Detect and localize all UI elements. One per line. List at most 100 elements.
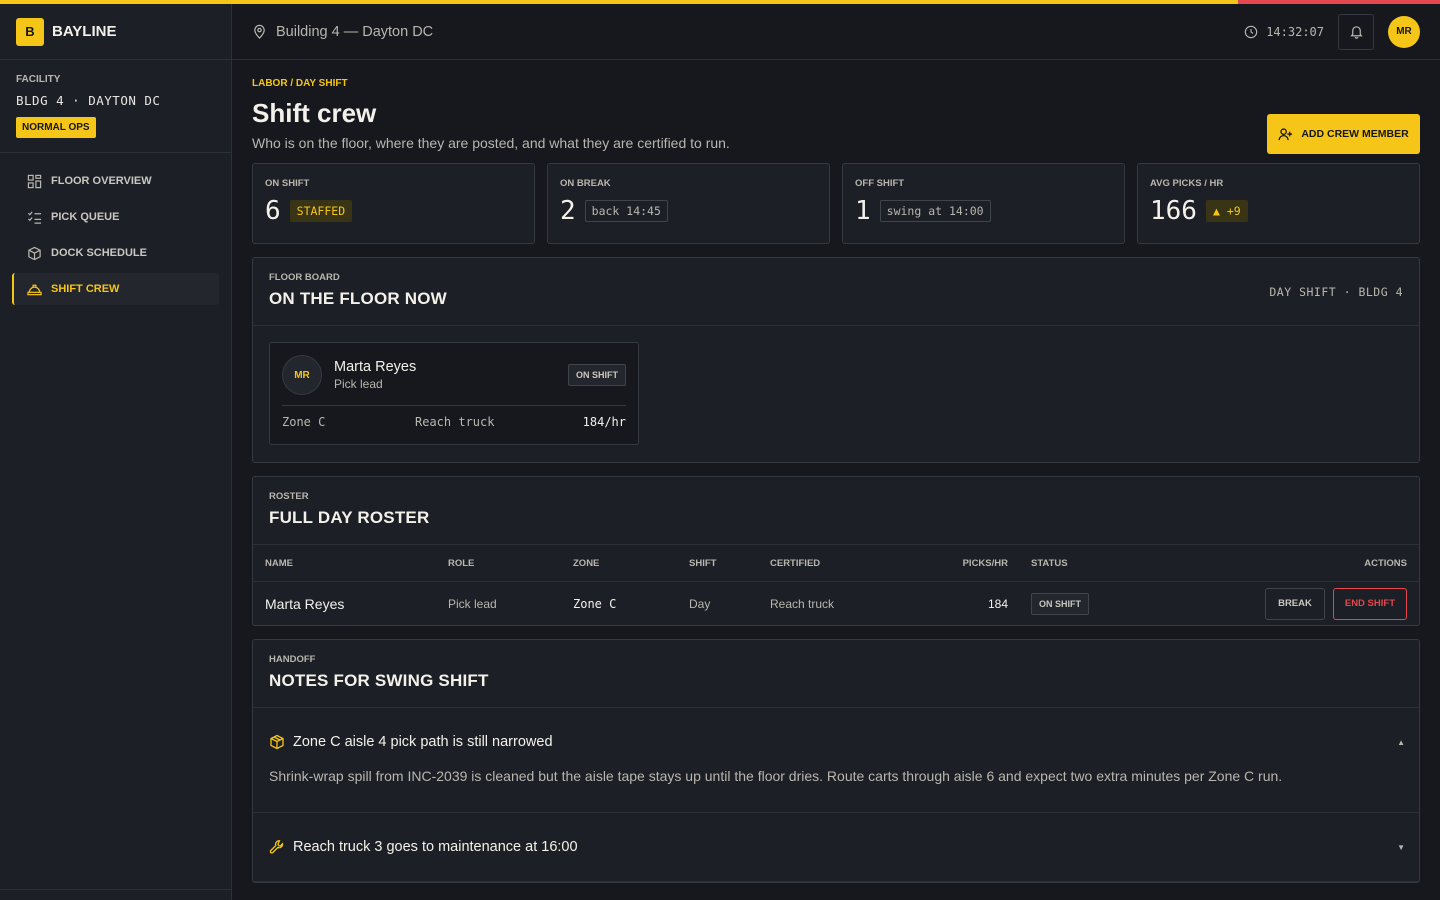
bell-icon [1349, 26, 1363, 39]
row-picks: 184 [987, 596, 1008, 611]
stat-label: ON SHIFT [265, 178, 310, 189]
crew-name: Marta Reyes [334, 359, 417, 375]
sidebar-footer [0, 889, 231, 900]
note-toggle[interactable]: Reach truck 3 goes to maintenance at 16:… [253, 813, 1419, 881]
map-pin-icon [254, 24, 265, 39]
wrench-icon [269, 839, 285, 855]
stat-value: 1 [855, 196, 871, 226]
stat-label: ON BREAK [560, 178, 611, 189]
location-selector[interactable]: Building 4 — Dayton DC [252, 24, 433, 40]
note-toggle[interactable]: Zone C aisle 4 pick path is still narrow… [253, 708, 1419, 776]
panel-title: FULL DAY ROSTER [269, 508, 430, 527]
note-title: Zone C aisle 4 pick path is still narrow… [293, 734, 553, 750]
page-title: Shift crew [252, 98, 377, 128]
stat-value: 2 [560, 196, 576, 226]
main-content: LABOR / DAY SHIFT Shift crew Who is on t… [252, 60, 1420, 883]
row-certified: Reach truck [770, 596, 835, 611]
sidebar-item-dock-schedule[interactable]: DOCK SCHEDULE [12, 237, 219, 269]
table-row[interactable]: Marta Reyes Pick lead Zone C Day Reach t… [253, 582, 1419, 625]
facility-panel: FACILITY BLDG 4 · DAYTON DC NORMAL OPS [0, 60, 231, 153]
shift-clock: 14:32:07 [1244, 25, 1324, 39]
facility-status-badge: NORMAL OPS [16, 117, 96, 138]
column-header-role[interactable]: ROLE [448, 558, 474, 569]
grid-icon [26, 173, 42, 189]
notifications-button[interactable] [1338, 13, 1374, 50]
add-crew-member-button[interactable]: ADD CREW MEMBER [1267, 114, 1420, 154]
stat-value: 166 [1150, 196, 1197, 226]
handoff-note: Zone C aisle 4 pick path is still narrow… [253, 708, 1419, 813]
column-header-status[interactable]: STATUS [1031, 558, 1068, 569]
stat-chip: ▲ +9 [1205, 200, 1248, 222]
sidebar-item-label: FLOOR OVERVIEW [51, 175, 152, 187]
crew-rate: 184/hr [582, 415, 626, 429]
stat-chip: STAFFED [289, 200, 353, 222]
stat-avg-picks: AVG PICKS / HR 166 ▲ +9 [1137, 163, 1420, 244]
stat-value: 6 [265, 196, 281, 226]
user-plus-icon [1278, 127, 1293, 140]
page-subtitle: Who is on the floor, where they are post… [252, 135, 730, 151]
handoff-panel: HANDOFF NOTES FOR SWING SHIFT Zone C ais… [252, 639, 1420, 883]
stat-chip: back 14:45 [584, 200, 668, 222]
column-header-picks[interactable]: PICKS/HR [953, 558, 1008, 569]
crew-equipment: Reach truck [415, 415, 495, 429]
checklist-icon [26, 209, 42, 225]
sidebar-item-label: PICK QUEUE [51, 211, 120, 223]
top-header: Building 4 — Dayton DC 14:32:07 MR [232, 4, 1440, 60]
column-header-certified[interactable]: CERTIFIED [770, 558, 820, 569]
stat-chip: swing at 14:00 [879, 200, 991, 222]
stat-label: AVG PICKS / HR [1150, 178, 1224, 189]
hardhat-icon [26, 281, 42, 297]
box-icon [269, 734, 285, 750]
note-title: Reach truck 3 goes to maintenance at 16:… [293, 839, 578, 855]
break-button[interactable]: BREAK [1265, 587, 1325, 620]
location-label: Building 4 — Dayton DC [276, 23, 434, 40]
panel-title: ON THE FLOOR NOW [269, 289, 447, 308]
box-icon [26, 245, 42, 261]
sidebar-item-shift-crew[interactable]: SHIFT CREW [12, 273, 219, 305]
chevron-up-icon: ▲ [1397, 737, 1405, 747]
column-header-name[interactable]: NAME [265, 558, 293, 569]
brand-name: BAYLINE [52, 23, 117, 40]
sidebar: B BAYLINE FACILITY BLDG 4 · DAYTON DC NO… [0, 4, 232, 900]
avatar: MR [282, 355, 322, 395]
column-header-zone[interactable]: ZONE [573, 558, 599, 569]
sidebar-nav: FLOOR OVERVIEW PICK QUEUE DOCK SCHEDULE … [0, 153, 231, 305]
row-name: Marta Reyes [265, 595, 345, 612]
crew-card[interactable]: MR Marta Reyes Pick lead ON SHIFT Zone C… [269, 342, 639, 445]
end-shift-button[interactable]: END SHIFT [1332, 587, 1407, 620]
chevron-down-icon: ▼ [1397, 842, 1405, 852]
row-role: Pick lead [448, 596, 497, 611]
handoff-note: Reach truck 3 goes to maintenance at 16:… [253, 813, 1419, 882]
breadcrumb: LABOR / DAY SHIFT [252, 78, 348, 89]
user-avatar[interactable]: MR [1388, 15, 1420, 48]
brand-logo: B [16, 17, 44, 46]
stats-row: ON SHIFT 6 STAFFED ON BREAK 2 back 14:45… [252, 163, 1420, 244]
panel-eyebrow: HANDOFF [269, 654, 316, 665]
clock-icon [1244, 25, 1258, 38]
floor-board-panel: FLOOR BOARD ON THE FLOOR NOW DAY SHIFT ·… [252, 257, 1420, 463]
roster-panel: ROSTER FULL DAY ROSTER NAME ROLE ZONE SH… [252, 476, 1420, 626]
panel-title: NOTES FOR SWING SHIFT [269, 671, 489, 690]
sidebar-item-floor-overview[interactable]: FLOOR OVERVIEW [12, 165, 219, 197]
stat-off-shift: OFF SHIFT 1 swing at 14:00 [842, 163, 1125, 244]
table-header: NAME ROLE ZONE SHIFT CERTIFIED PICKS/HR … [253, 545, 1419, 582]
crew-zone: Zone C [282, 415, 326, 429]
facility-label: FACILITY [16, 74, 61, 85]
sidebar-item-pick-queue[interactable]: PICK QUEUE [12, 201, 219, 233]
column-header-shift[interactable]: SHIFT [689, 558, 716, 569]
status-badge: ON SHIFT [568, 364, 626, 386]
brand[interactable]: B BAYLINE [0, 4, 231, 60]
sidebar-item-label: SHIFT CREW [51, 283, 120, 295]
panel-eyebrow: FLOOR BOARD [269, 272, 340, 283]
panel-meta: DAY SHIFT · BLDG 4 [1269, 285, 1403, 299]
stat-on-break: ON BREAK 2 back 14:45 [547, 163, 830, 244]
panel-eyebrow: ROSTER [269, 491, 309, 502]
row-shift: Day [689, 596, 711, 611]
stat-label: OFF SHIFT [855, 178, 905, 189]
stat-on-shift: ON SHIFT 6 STAFFED [252, 163, 535, 244]
clock-time: 14:32:07 [1266, 24, 1324, 39]
sidebar-item-label: DOCK SCHEDULE [51, 247, 147, 259]
crew-role: Pick lead [334, 377, 383, 391]
row-zone: Zone C [573, 596, 617, 611]
status-badge: ON SHIFT [1031, 592, 1089, 615]
